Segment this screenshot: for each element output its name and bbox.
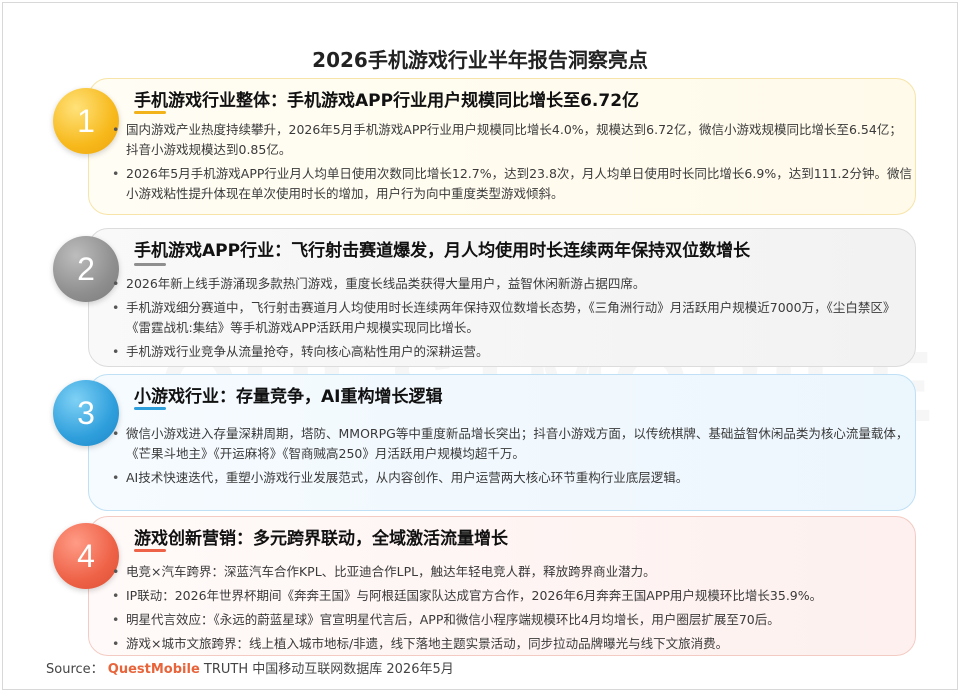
source-brand: QuestMobile [107,662,200,677]
bullet-item: 国内游戏产业热度持续攀升，2026年5月手机游戏APP行业用户规模同比增长4.0… [110,120,914,160]
bullet-item: 手机游戏细分赛道中，飞行射击赛道月人均使用时长连续两年保持双位数增长态势，《三角… [110,298,914,338]
bullet-item: 电竞×汽车跨界：深蓝汽车合作KPL、比亚迪合作LPL，触达年轻电竞人群，释放跨界… [110,562,914,582]
section-heading-2: 手机游戏APP行业：飞行射击赛道爆发，月人均使用时长连续两年保持双位数增长 [134,241,751,261]
section-heading-1: 手机游戏行业整体：手机游戏APP行业用户规模同比增长至6.72亿 [134,91,640,111]
bullet-item: 2026年5月手机游戏APP行业月人均单日使用次数同比增长12.7%，达到23.… [110,164,914,204]
section-bullets-2: 2026年新上线手游涌现多款热门游戏，重度长线品类获得大量用户，益智休闲新游占据… [110,274,914,366]
page-title: 2026手机游戏行业半年报告洞察亮点 [312,48,648,72]
source-suffix: TRUTH 中国移动互联网数据库 2026年5月 [203,662,454,677]
section-bullets-1: 国内游戏产业热度持续攀升，2026年5月手机游戏APP行业用户规模同比增长4.0… [110,120,914,208]
section-bullets-4: 电竞×汽车跨界：深蓝汽车合作KPL、比亚迪合作LPL，触达年轻电竞人群，释放跨界… [110,562,914,658]
bullet-item: 游戏×城市文旅跨界：线上植入城市地标/非遗，线下落地主题实景活动，同步拉动品牌曝… [110,634,914,654]
section-accent-bar-3 [134,407,166,410]
bullet-item: 微信小游戏进入存量深耕周期，塔防、MMORPG等中重度新品增长突出；抖音小游戏方… [110,424,914,464]
bullet-item: IP联动：2026年世界杯期间《奔奔王国》与阿根廷国家队达成官方合作，2026年… [110,586,914,606]
bullet-item: 2026年新上线手游涌现多款热门游戏，重度长线品类获得大量用户，益智休闲新游占据… [110,274,914,294]
source-note: Source： QuestMobile TRUTH 中国移动互联网数据库 202… [46,658,454,677]
section-bullets-3: 微信小游戏进入存量深耕周期，塔防、MMORPG等中重度新品增长突出；抖音小游戏方… [110,424,914,492]
section-accent-bar-4 [134,549,166,552]
bullet-item: 手机游戏行业竞争从流量抢夺，转向核心高粘性用户的深耕运营。 [110,342,914,362]
bullet-item: AI技术快速迭代，重塑小游戏行业发展范式，从内容创作、用户运营两大核心环节重构行… [110,468,914,488]
section-heading-4: 游戏创新营销：多元跨界联动，全域激活流量增长 [134,529,508,549]
section-heading-3: 小游戏行业：存量竞争，AI重构增长逻辑 [134,387,443,407]
section-accent-bar-2 [134,263,166,266]
source-prefix: Source： [46,662,104,677]
section-accent-bar-1 [134,111,166,114]
bullet-item: 明星代言效应：《永远的蔚蓝星球》官宣明星代言后，APP和微信小程序端规模环比4月… [110,610,914,630]
